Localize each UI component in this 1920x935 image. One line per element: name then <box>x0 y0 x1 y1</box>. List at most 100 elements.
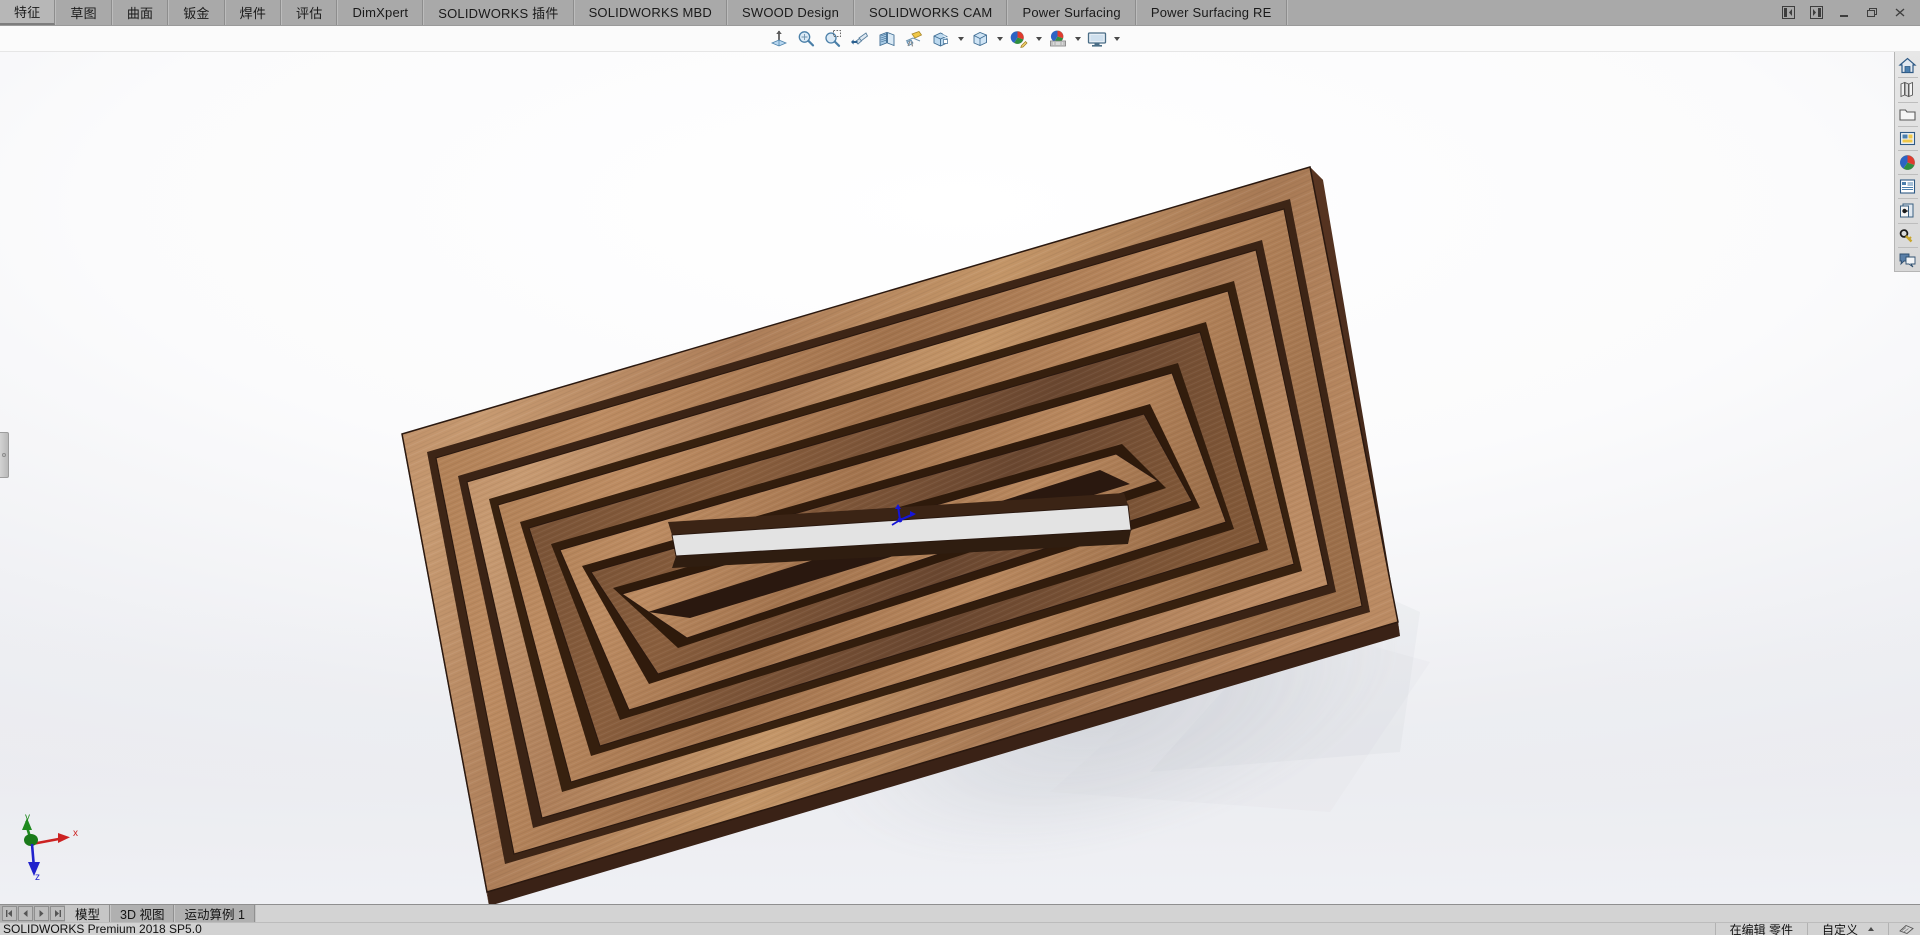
doc-tab-3d-views[interactable]: 3D 视图 <box>110 905 175 922</box>
hide-show-items-dropdown[interactable] <box>994 27 1005 51</box>
zoom-in-out-button[interactable] <box>820 27 846 51</box>
graphics-viewport[interactable]: x y z <box>0 52 1920 904</box>
command-tab-label: SOLIDWORKS CAM <box>869 5 993 20</box>
grip-dot-icon <box>2 453 6 457</box>
task-pane-file-explorer[interactable] <box>1896 102 1920 125</box>
task-pane-license[interactable] <box>1896 223 1920 246</box>
zoom-to-area-button[interactable] <box>793 27 819 51</box>
tab-bar-filler <box>1286 0 1774 25</box>
triad-x-label: x <box>73 828 78 839</box>
view-settings-dropdown[interactable] <box>1111 27 1122 51</box>
tab-power-surfacing[interactable]: Power Surfacing <box>1007 0 1136 25</box>
task-pane-appearances-scenes[interactable] <box>1896 151 1920 174</box>
task-pane-forum[interactable] <box>1896 248 1920 271</box>
command-tab-label: 评估 <box>296 6 323 21</box>
edit-appearance-icon <box>1010 31 1028 48</box>
doc-tab-model[interactable]: 模型 <box>65 905 111 922</box>
minimize-button[interactable] <box>1833 3 1855 23</box>
tab-nav-last[interactable] <box>50 906 65 921</box>
edit-appearance-button[interactable] <box>1006 27 1032 51</box>
view-orientation-button[interactable] <box>901 27 927 51</box>
task-pane-view-palette[interactable] <box>1896 127 1920 150</box>
tab-nav-buttons <box>0 905 65 922</box>
minimize-icon <box>1840 15 1848 17</box>
status-bar-overlay-button[interactable] <box>1888 922 1920 935</box>
hide-show-items-button[interactable] <box>967 27 993 51</box>
section-view-icon <box>879 31 895 47</box>
close-icon <box>1895 8 1905 17</box>
command-tab-label: SOLIDWORKS 插件 <box>438 6 559 21</box>
forum-icon <box>1899 253 1916 268</box>
close-button[interactable] <box>1889 3 1911 23</box>
triad-z-label: z <box>35 872 40 882</box>
command-tab-label: 曲面 <box>126 6 154 21</box>
panel-collapse-right-button[interactable] <box>1805 3 1827 23</box>
command-tab-label: DimXpert <box>352 5 409 20</box>
display-style-button[interactable] <box>928 27 954 51</box>
nav-last-icon <box>55 910 61 917</box>
document-tab-filler <box>254 905 1920 922</box>
tab-dimxpert[interactable]: DimXpert <box>337 0 424 25</box>
command-tab-label: Power Surfacing RE <box>1150 5 1272 20</box>
wood-nested-rectangular-spiral-part[interactable] <box>0 52 1920 904</box>
previous-view-button[interactable] <box>847 27 873 51</box>
tab-solidworks-cam[interactable]: SOLIDWORKS CAM <box>854 0 1008 25</box>
tab-power-surfacing-re[interactable]: Power Surfacing RE <box>1135 0 1287 25</box>
section-view-button[interactable] <box>874 27 900 51</box>
tab-nav-first[interactable] <box>2 906 17 921</box>
view-orientation-icon <box>905 31 923 47</box>
overlay-icon <box>1899 924 1914 934</box>
apply-scene-button[interactable] <box>1045 27 1071 51</box>
apply-scene-dropdown[interactable] <box>1072 27 1083 51</box>
zoom-to-area-icon <box>798 31 815 47</box>
view-palette-icon <box>1899 131 1916 145</box>
feature-manager-expand-grip[interactable] <box>0 432 9 478</box>
zoom-to-fit-icon <box>770 30 788 47</box>
tab-evaluate[interactable]: 评估 <box>281 0 338 25</box>
status-bar-editing: 在编辑 零件 <box>1714 922 1807 935</box>
tab-surfaces[interactable]: 曲面 <box>111 0 169 25</box>
doc-tab-motion-study-1[interactable]: 运动算例 1 <box>174 905 255 922</box>
tab-features[interactable]: 特征 <box>0 0 56 25</box>
command-tab-label: 钣金 <box>183 6 210 21</box>
chevron-up-icon[interactable] <box>1868 927 1874 931</box>
task-pane-swood[interactable] <box>1896 199 1920 222</box>
triad-y-label: y <box>25 812 30 823</box>
panel-collapse-left-button[interactable] <box>1777 3 1799 23</box>
nav-first-icon <box>6 910 12 917</box>
view-toolbar-zone <box>0 26 1920 52</box>
edit-appearance-dropdown[interactable] <box>1033 27 1044 51</box>
window-controls <box>1774 0 1920 25</box>
task-pane-sw-resources[interactable] <box>1896 54 1920 77</box>
tab-solidworks-addins[interactable]: SOLIDWORKS 插件 <box>423 0 574 25</box>
triad-y-axis: y <box>22 812 38 846</box>
status-bar-custom[interactable]: 自定义 <box>1806 922 1888 935</box>
tab-swood-design[interactable]: SWOOD Design <box>727 0 855 25</box>
display-style-dropdown[interactable] <box>955 27 966 51</box>
tab-sheet-metal[interactable]: 钣金 <box>168 0 225 25</box>
status-bar: SOLIDWORKS Premium 2018 SP5.0 在编辑 零件 自定义 <box>0 922 1920 935</box>
triad-x-axis: x <box>31 828 78 846</box>
task-pane-custom-properties[interactable] <box>1896 175 1920 198</box>
nav-next-icon <box>39 910 44 917</box>
tab-sketch[interactable]: 草图 <box>55 0 112 25</box>
tab-weldments[interactable]: 焊件 <box>224 0 282 25</box>
document-tab-label: 运动算例 1 <box>184 908 245 922</box>
panel-collapse-left-icon <box>1781 6 1795 19</box>
solidworks-forum-key-icon <box>1899 228 1913 242</box>
tab-nav-next[interactable] <box>34 906 49 921</box>
tab-solidworks-mbd[interactable]: SOLIDWORKS MBD <box>573 0 727 25</box>
triad-z-axis: z <box>28 843 40 882</box>
status-bar-product: SOLIDWORKS Premium 2018 SP5.0 <box>3 922 202 935</box>
zoom-to-fit-button[interactable] <box>766 27 792 51</box>
custom-properties-icon <box>1899 179 1916 194</box>
restore-icon <box>1867 8 1877 17</box>
view-settings-button[interactable] <box>1084 27 1110 51</box>
hide-show-items-icon <box>973 32 987 46</box>
swood-icon <box>1900 203 1914 218</box>
home-icon <box>1898 57 1917 74</box>
task-pane-design-library[interactable] <box>1896 78 1920 101</box>
tab-nav-prev[interactable] <box>18 906 33 921</box>
restore-button[interactable] <box>1861 3 1883 23</box>
view-settings-icon <box>1087 32 1107 47</box>
